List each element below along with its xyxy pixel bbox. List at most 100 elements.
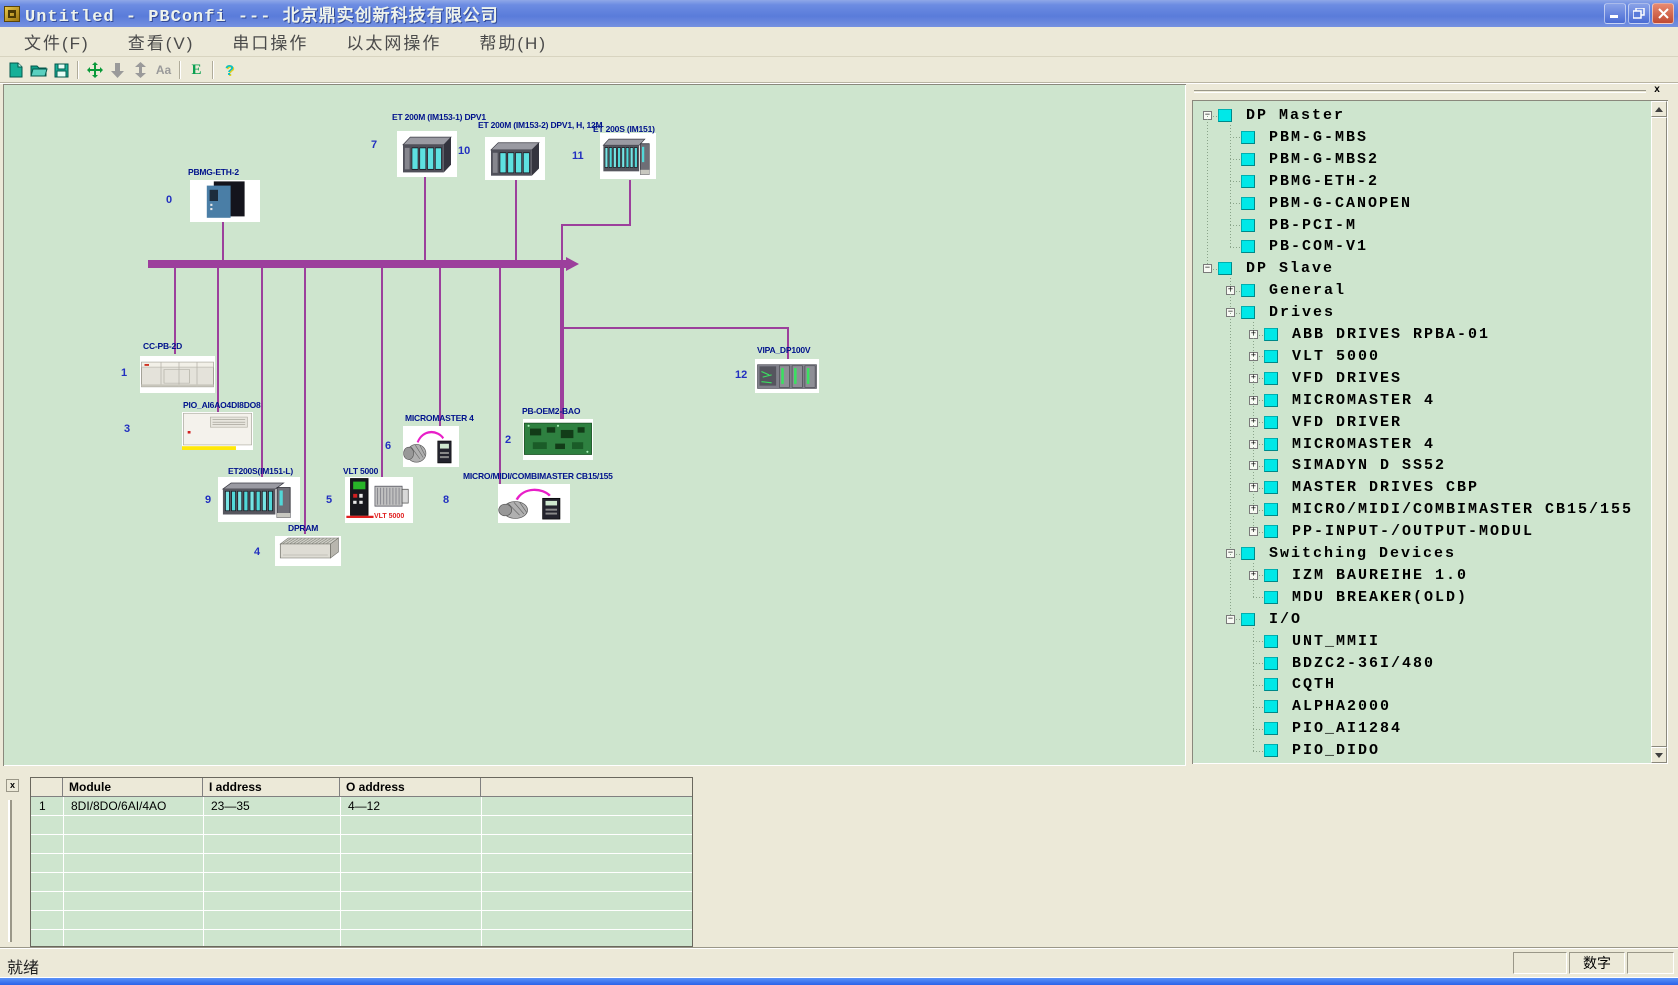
tree-guide-line bbox=[1230, 203, 1231, 225]
pan-move-icon[interactable] bbox=[83, 60, 106, 80]
tree-item-pb-com-v1[interactable]: PB-COM-V1 bbox=[1269, 236, 1368, 257]
tree-item-micromaster-4[interactable]: MICROMASTER 4 bbox=[1292, 390, 1435, 411]
panel-close-button[interactable]: x bbox=[1650, 84, 1664, 97]
column-header-o-address[interactable]: O address bbox=[340, 778, 481, 797]
close-icon bbox=[1658, 8, 1669, 19]
tree-item-pbm-g-mbs[interactable]: PBM-G-MBS bbox=[1269, 127, 1368, 148]
device-micro-midi-combimaster-cb15-155[interactable] bbox=[498, 484, 570, 523]
device-address-10: 10 bbox=[458, 145, 470, 157]
tree-item-mdu-breaker-old[interactable]: MDU BREAKER(OLD) bbox=[1292, 587, 1468, 608]
minimize-button[interactable] bbox=[1604, 3, 1626, 24]
tree-item-pbm-g-canopen[interactable]: PBM-G-CANOPEN bbox=[1269, 193, 1412, 214]
tree-item-i-o[interactable]: I/O bbox=[1269, 609, 1302, 630]
panel-gripper[interactable] bbox=[1194, 90, 1646, 93]
new-icon[interactable] bbox=[4, 60, 27, 80]
tree-item-dp-master[interactable]: DP Master bbox=[1246, 105, 1345, 126]
tree-item-izm-baureihe-1-0[interactable]: IZM BAUREIHE 1.0 bbox=[1292, 565, 1468, 586]
e-symbol-icon[interactable]: E bbox=[185, 60, 208, 80]
column-header-blank-0[interactable] bbox=[31, 778, 63, 797]
column-header-blank-4[interactable] bbox=[481, 778, 692, 797]
menu-item-[interactable]: 以太网操作 bbox=[334, 27, 453, 56]
tree-item-micromaster-4[interactable]: MICROMASTER 4 bbox=[1292, 434, 1435, 455]
tree-item-pio-ai1284[interactable]: PIO_AI1284 bbox=[1292, 718, 1402, 739]
tree-item-vlt-5000[interactable]: VLT 5000 bbox=[1292, 346, 1380, 367]
tree-guide-line bbox=[1230, 247, 1240, 248]
tree-expander-minus-icon[interactable]: − bbox=[1226, 615, 1235, 624]
device-type-icon bbox=[1264, 328, 1278, 341]
tree-item-dp-slave[interactable]: DP Slave bbox=[1246, 258, 1334, 279]
arrow-up-down-icon[interactable] bbox=[129, 60, 152, 80]
tree-expander-plus-icon[interactable]: + bbox=[1249, 527, 1258, 536]
gateway-module-icon bbox=[190, 180, 260, 222]
device-et-200s-im151[interactable] bbox=[600, 133, 656, 179]
font-aa-icon[interactable]: Aa bbox=[152, 60, 175, 80]
device-dpram[interactable] bbox=[275, 536, 341, 566]
tree-item-pbmg-eth-2[interactable]: PBMG-ETH-2 bbox=[1269, 171, 1379, 192]
device-pb-oem2-bao[interactable] bbox=[523, 419, 593, 460]
tree-guide-line bbox=[1230, 159, 1231, 181]
device-type-icon bbox=[1264, 657, 1278, 670]
close-button[interactable] bbox=[1652, 3, 1674, 24]
network-diagram-canvas[interactable]: PBMG-ETH-20ET 200M (IM153-1) DPV17ET 200… bbox=[3, 84, 1186, 766]
device-micromaster-4[interactable] bbox=[403, 426, 459, 467]
tree-item-master-drives-cbp[interactable]: MASTER DRIVES CBP bbox=[1292, 477, 1479, 498]
arrow-down-icon[interactable] bbox=[106, 60, 129, 80]
table-row-1[interactable]: 18DI/8DO/6AI/4AO23—354—12 bbox=[31, 797, 692, 816]
scroll-down-button[interactable] bbox=[1651, 747, 1667, 763]
tree-item-abb-drives-rpba-01[interactable]: ABB DRIVES RPBA-01 bbox=[1292, 324, 1490, 345]
motor-drive-icon bbox=[498, 484, 570, 523]
tree-item-bdzc2-36i-480[interactable]: BDZC2-36I/480 bbox=[1292, 653, 1435, 674]
scroll-up-button[interactable] bbox=[1651, 101, 1667, 117]
tree-item-micro-midi-combimaster-cb15-155[interactable]: MICRO/MIDI/COMBIMASTER CB15/155 bbox=[1292, 499, 1633, 520]
status-bar: 就绪 数字 bbox=[0, 947, 1678, 977]
device-vipa-dp100v[interactable] bbox=[755, 359, 819, 393]
tree-item-pb-pci-m[interactable]: PB-PCI-M bbox=[1269, 215, 1357, 236]
bus-network-lines bbox=[3, 84, 1186, 766]
menu-item-f[interactable]: 文件(F) bbox=[12, 27, 102, 56]
device-label-pb-oem2-bao: PB-OEM2-BAO bbox=[522, 406, 580, 416]
tree-expander-minus-icon[interactable]: − bbox=[1203, 264, 1212, 273]
tree-item-vfd-drives[interactable]: VFD DRIVES bbox=[1292, 368, 1402, 389]
device-address-9: 9 bbox=[205, 494, 211, 506]
tree-item-alpha2000[interactable]: ALPHA2000 bbox=[1292, 696, 1391, 717]
tree-item-cqth[interactable]: CQTH bbox=[1292, 674, 1336, 695]
tree-item-switching-devices[interactable]: Switching Devices bbox=[1269, 543, 1456, 564]
tree-item-drives[interactable]: Drives bbox=[1269, 302, 1335, 323]
device-pbmg-eth-2[interactable] bbox=[190, 180, 260, 222]
bottom-panel-close-button[interactable]: x bbox=[6, 779, 19, 792]
restore-button[interactable] bbox=[1628, 3, 1650, 24]
device-type-icon bbox=[1264, 438, 1278, 451]
device-label-et-200m-im153-2-dpv1-h-12m: ET 200M (IM153-2) DPV1, H, 12M bbox=[478, 120, 602, 130]
tree-item-pp-input-output-modul[interactable]: PP-INPUT-/OUTPUT-MODUL bbox=[1292, 521, 1534, 542]
device-address-3: 3 bbox=[124, 423, 130, 435]
tree-item-pio-dido[interactable]: PIO_DIDO bbox=[1292, 740, 1380, 761]
help-icon[interactable]: ? bbox=[218, 60, 241, 80]
tree-scrollbar[interactable] bbox=[1651, 101, 1667, 763]
tree-guide-line bbox=[1253, 575, 1254, 597]
column-header-module[interactable]: Module bbox=[63, 778, 203, 797]
tree-item-vfd-driver[interactable]: VFD DRIVER bbox=[1292, 412, 1402, 433]
device-et-200m-im153-1-dpv1[interactable] bbox=[397, 131, 457, 177]
toolbar: Aa E? bbox=[0, 58, 1678, 83]
menu-item-[interactable]: 串口操作 bbox=[220, 27, 320, 56]
bottom-panel-gripper[interactable] bbox=[8, 800, 12, 942]
tree-item-simadyn-d-ss52[interactable]: SIMADYN D SS52 bbox=[1292, 455, 1446, 476]
device-pio-ai6ao4di8do8[interactable] bbox=[182, 412, 253, 450]
tree-guide-line bbox=[1230, 159, 1240, 160]
menu-item-v[interactable]: 查看(V) bbox=[116, 27, 207, 56]
device-label-et-200s-im151: ET 200S (IM151) bbox=[593, 124, 655, 134]
arrow-down-icon bbox=[1655, 753, 1663, 758]
open-icon[interactable] bbox=[27, 60, 50, 80]
menu-item-h[interactable]: 帮助(H) bbox=[467, 27, 559, 56]
device-address-7: 7 bbox=[371, 139, 377, 151]
device-cc-pb-2d[interactable] bbox=[140, 356, 215, 393]
column-header-i-address[interactable]: I address bbox=[203, 778, 340, 797]
tree-item-pbm-g-mbs2[interactable]: PBM-G-MBS2 bbox=[1269, 149, 1379, 170]
save-icon[interactable] bbox=[50, 60, 73, 80]
scroll-thumb[interactable] bbox=[1651, 117, 1667, 747]
tree-item-general[interactable]: General bbox=[1269, 280, 1346, 301]
device-et200s-im151-l[interactable] bbox=[218, 477, 300, 522]
tree-item-unt-mmii[interactable]: UNT_MMII bbox=[1292, 631, 1380, 652]
device-et-200m-im153-2-dpv1-h-12m[interactable] bbox=[485, 137, 545, 180]
arrow-up-icon bbox=[1655, 107, 1663, 112]
